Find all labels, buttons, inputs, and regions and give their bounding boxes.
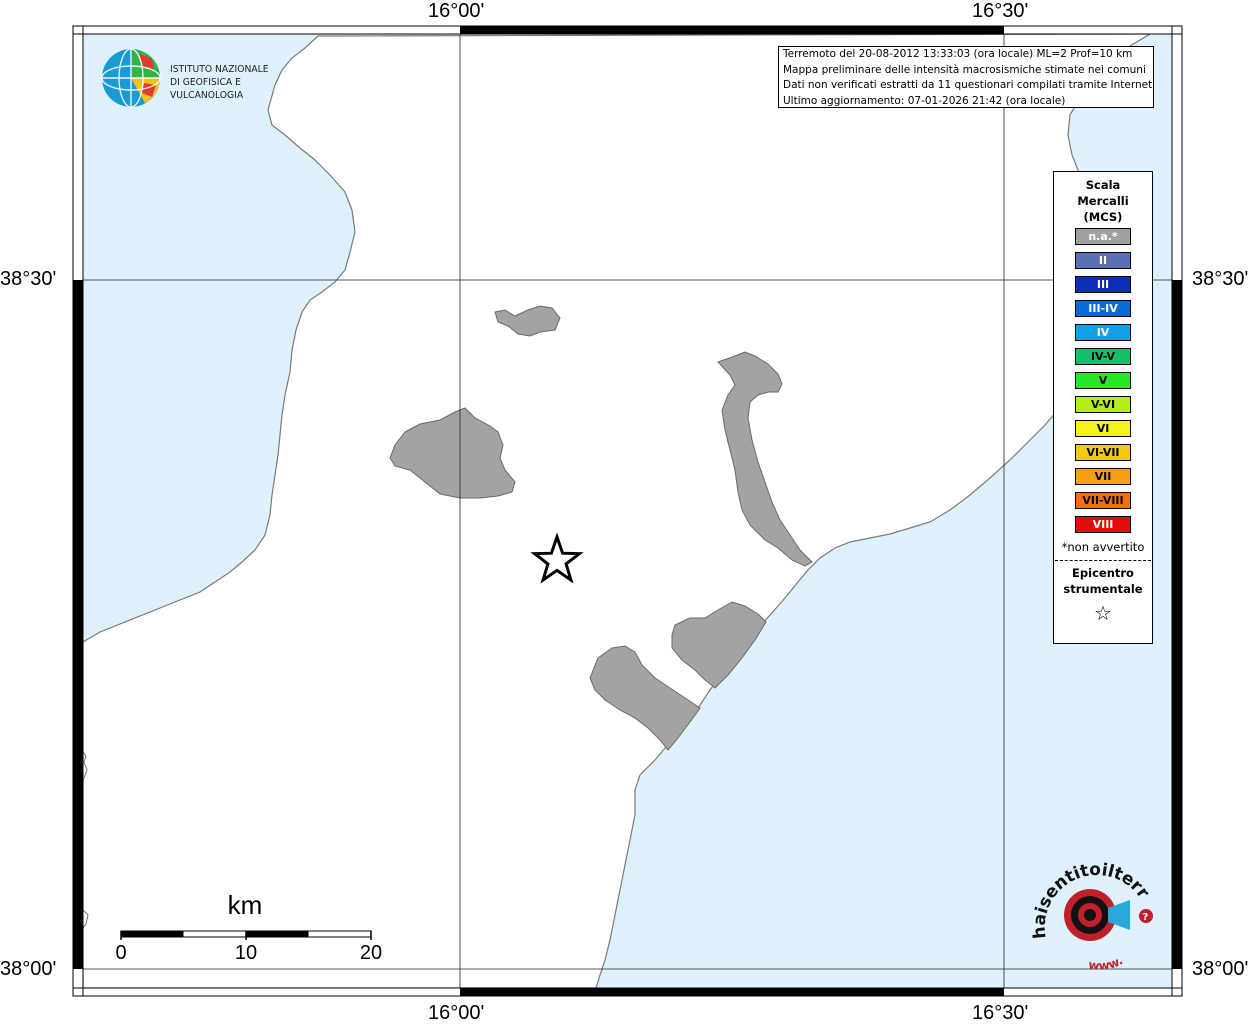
legend-swatch-v-vi: V-VI xyxy=(1075,396,1131,413)
hsit-logo-prefix: www. xyxy=(1087,953,1125,973)
legend-swatch-vii-viii: VII-VIII xyxy=(1075,492,1131,509)
event-info-box: Terremoto del 20-08-2012 13:33:03 (ora l… xyxy=(778,46,1154,108)
scale-unit: km xyxy=(227,890,263,920)
legend-title-line-3: (MCS) xyxy=(1083,210,1123,224)
ingv-logo: ISTITUTO NAZIONALE DI GEOFISICA E VULCAN… xyxy=(100,47,320,109)
event-info-line-4: Ultimo aggiornamento: 07-01-2026 21:42 (… xyxy=(783,94,1066,107)
globe-icon xyxy=(101,48,161,108)
lon-label-bottom-16-00: 16°00' xyxy=(428,1002,485,1024)
event-info-line-2: Mappa preliminare delle intensità macros… xyxy=(783,63,1146,76)
legend-swatch-iv-v: IV-V xyxy=(1075,348,1131,365)
svg-text:?: ? xyxy=(1143,912,1149,923)
legend-swatch-vi-vii: VI-VII xyxy=(1075,444,1131,461)
ingv-name-line-1: ISTITUTO NAZIONALE xyxy=(170,64,269,75)
legend-epicenter-line-1: Epicentro xyxy=(1072,566,1134,580)
lat-label-right-38-00: 38°00' xyxy=(1192,958,1249,980)
legend-swatch-iii-iv: III-IV xyxy=(1075,300,1131,317)
scale-bar: km 0 10 20 xyxy=(110,890,400,970)
lat-label-left-38-30: 38°30' xyxy=(0,268,57,290)
legend-title: Scala Mercalli (MCS) xyxy=(1054,177,1152,225)
event-info-line-3: Dati non verificati estratti da 11 quest… xyxy=(783,79,1154,91)
lon-label-top-16-30: 16°30' xyxy=(972,0,1029,22)
legend-swatch-v: V xyxy=(1075,372,1131,389)
legend-swatch-viii: VIII xyxy=(1075,516,1131,533)
lon-label-top-16-00: 16°00' xyxy=(428,0,485,22)
legend-divider xyxy=(1055,560,1151,561)
legend-swatch-vi: VI xyxy=(1075,420,1131,437)
lat-label-right-38-30: 38°30' xyxy=(1192,268,1249,290)
legend-title-line-1: Scala xyxy=(1085,178,1121,192)
scale-label-10: 10 xyxy=(234,942,258,964)
legend-swatch-iii: III xyxy=(1075,276,1131,293)
ingv-name-line-2: DI GEOFISICA E VULCANOLOGIA xyxy=(170,77,244,101)
event-info-line-1: Terremoto del 20-08-2012 13:33:03 (ora l… xyxy=(783,48,1133,60)
legend-note: *non avvertito xyxy=(1061,540,1145,554)
lat-label-left-38-00: 38°00' xyxy=(0,958,57,980)
legend-epicenter-line-2: strumentale xyxy=(1063,582,1143,596)
legend-star-icon: ☆ xyxy=(1094,601,1112,625)
intensity-legend: Scala Mercalli (MCS) n.a.* II III III-IV IV I… xyxy=(1053,171,1153,644)
lon-label-bottom-16-30: 16°30' xyxy=(972,1002,1029,1024)
scale-label-20: 20 xyxy=(359,942,383,964)
legend-swatch-iv: IV xyxy=(1075,324,1131,341)
legend-swatch-ii: II xyxy=(1075,252,1131,269)
legend-items: n.a.* II III III-IV IV IV-V V V-VI VI VI-VII VII VI… xyxy=(1054,228,1152,533)
legend-epicenter-label: Epicentro strumentale xyxy=(1054,565,1152,597)
svg-text:www.: www. xyxy=(1087,953,1125,973)
legend-swatch-vii: VII xyxy=(1075,468,1131,485)
legend-title-line-2: Mercalli xyxy=(1077,194,1129,208)
legend-swatch-n-a: n.a.* xyxy=(1075,228,1131,245)
hsit-logo: haisentitoilterremoto.it www. ? xyxy=(1019,845,1178,980)
scale-label-0: 0 xyxy=(115,942,127,964)
